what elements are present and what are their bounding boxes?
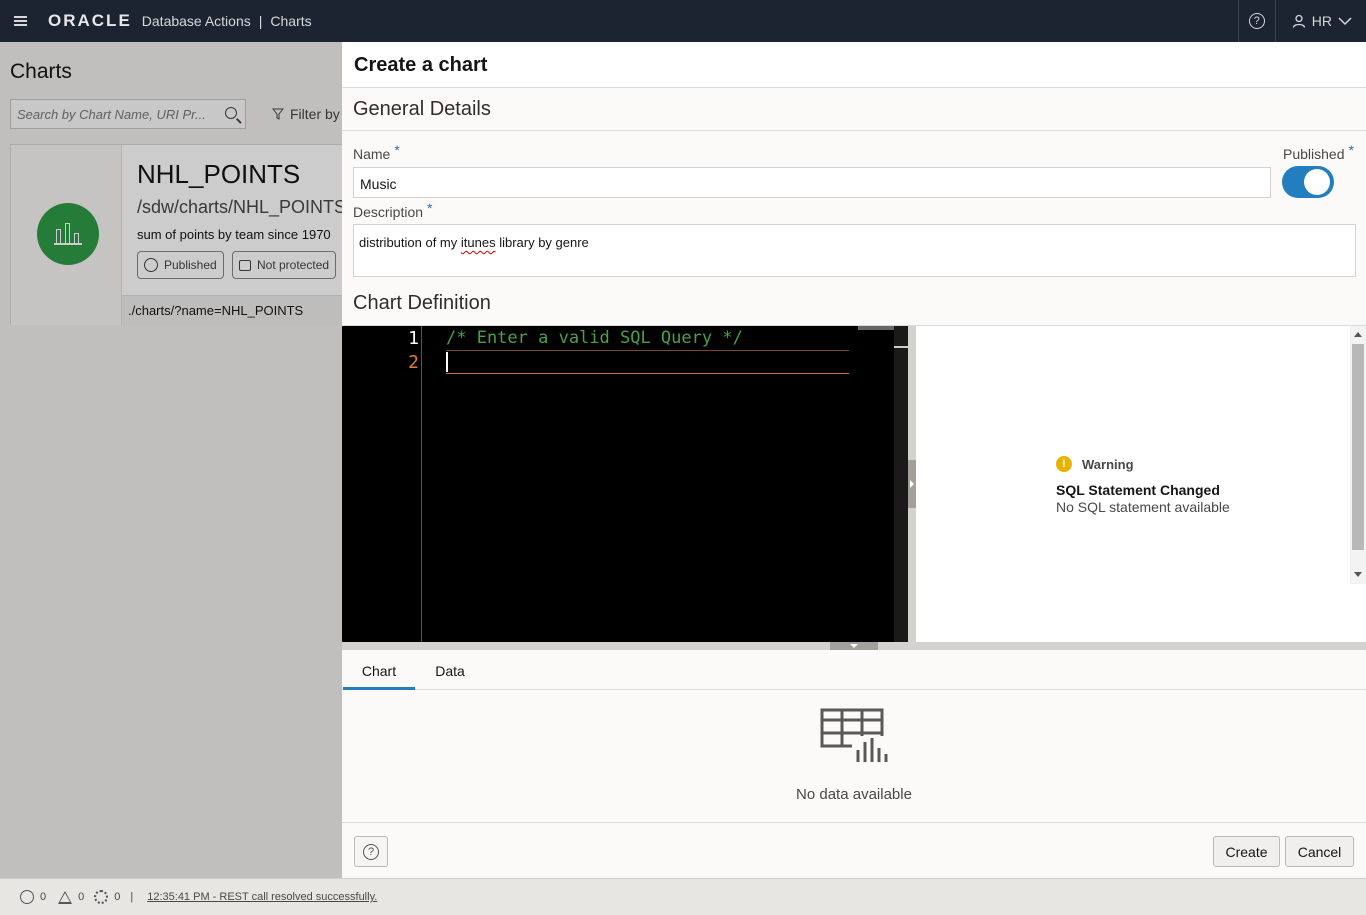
required-mark: *	[394, 142, 400, 158]
chart-definition-heading: Chart Definition	[353, 292, 491, 314]
scroll-up-icon	[1354, 332, 1362, 337]
scroll-down-icon	[1354, 572, 1362, 577]
general-details-heading: General Details	[353, 98, 491, 120]
user-menu[interactable]: HR	[1276, 13, 1366, 29]
name-field[interactable]: Music	[353, 167, 1271, 198]
modal-overlay[interactable]	[0, 42, 342, 878]
page-breadcrumb: Charts	[270, 13, 312, 29]
create-chart-drawer: Create a chart General Details Name * Mus…	[342, 42, 1366, 878]
help-button[interactable]: ?	[1237, 0, 1276, 42]
warning-title: SQL Statement Changed	[1056, 482, 1220, 498]
no-data-icon	[820, 708, 888, 764]
empty-state: No data available	[342, 690, 1366, 822]
user-name: HR	[1311, 13, 1332, 29]
warning-detail: No SQL statement available	[1056, 499, 1230, 515]
app-title: Database Actions	[141, 13, 251, 29]
status-separator: |	[130, 891, 134, 903]
published-label: Published *	[1283, 142, 1354, 162]
oracle-logo: ORACLE	[48, 11, 132, 30]
help-icon: ?	[1248, 13, 1265, 29]
description-label: Description *	[353, 200, 433, 220]
help-button[interactable]: ?	[354, 836, 388, 867]
collapse-down-icon[interactable]	[830, 642, 878, 650]
vertical-splitter[interactable]	[908, 326, 916, 642]
warning-label: Warning	[1082, 457, 1134, 472]
spellcheck-word: itunes	[460, 235, 496, 250]
tab-chart[interactable]: Chart	[343, 650, 415, 690]
task-count: 0	[114, 891, 121, 903]
editor-minimap	[858, 326, 894, 330]
current-line-highlight	[446, 350, 849, 374]
result-tabs: Chart Data	[342, 650, 1366, 690]
general-details-section: General Details	[342, 98, 1366, 131]
tab-data[interactable]: Data	[422, 650, 478, 690]
chart-definition-section: Chart Definition	[342, 292, 1366, 326]
line-gutter: 1 2	[342, 326, 422, 642]
horizontal-splitter[interactable]	[342, 642, 1366, 650]
create-button[interactable]: Create	[1213, 836, 1280, 867]
description-field[interactable]: distribution of my itunes library by gen…	[353, 224, 1356, 277]
collapse-right-icon[interactable]	[908, 460, 916, 508]
code-line: /* Enter a valid SQL Query */	[446, 328, 743, 348]
warning-icon: !	[1056, 456, 1072, 472]
line-number: 1	[408, 328, 419, 349]
status-bar: 0 0 0 | 12:35:41 PM - REST call resolved…	[0, 878, 1366, 915]
title-separator: |	[258, 13, 263, 29]
status-message-link[interactable]: 12:35:41 PM - REST call resolved success…	[147, 891, 377, 903]
hamburger-menu-icon[interactable]	[0, 0, 40, 42]
sql-editor[interactable]: 1 2 /* Enter a valid SQL Query */	[342, 326, 915, 642]
no-data-text: No data available	[796, 786, 912, 803]
name-label: Name *	[353, 142, 400, 162]
published-toggle[interactable]	[1282, 166, 1334, 198]
chart-preview: ! Warning SQL Statement Changed No SQL s…	[916, 326, 1366, 642]
preview-scrollbar[interactable]	[1350, 326, 1366, 584]
drawer-title: Create a chart	[342, 42, 1366, 88]
warning-icon[interactable]	[58, 890, 73, 904]
error-icon[interactable]	[20, 890, 34, 904]
cancel-button[interactable]: Cancel	[1285, 836, 1354, 867]
error-count: 0	[40, 891, 47, 903]
chevron-down-icon	[1338, 17, 1352, 26]
drawer-footer: ? Create Cancel	[342, 822, 1366, 878]
top-bar: ORACLE Database Actions | Charts ? HR	[0, 0, 1366, 42]
warning-count: 0	[78, 891, 85, 903]
gear-icon[interactable]	[94, 890, 109, 904]
line-number: 2	[408, 352, 419, 373]
text-caret	[446, 352, 448, 372]
help-icon: ?	[363, 843, 379, 860]
user-icon	[1292, 14, 1305, 28]
editor-scrollbar[interactable]	[894, 326, 908, 642]
